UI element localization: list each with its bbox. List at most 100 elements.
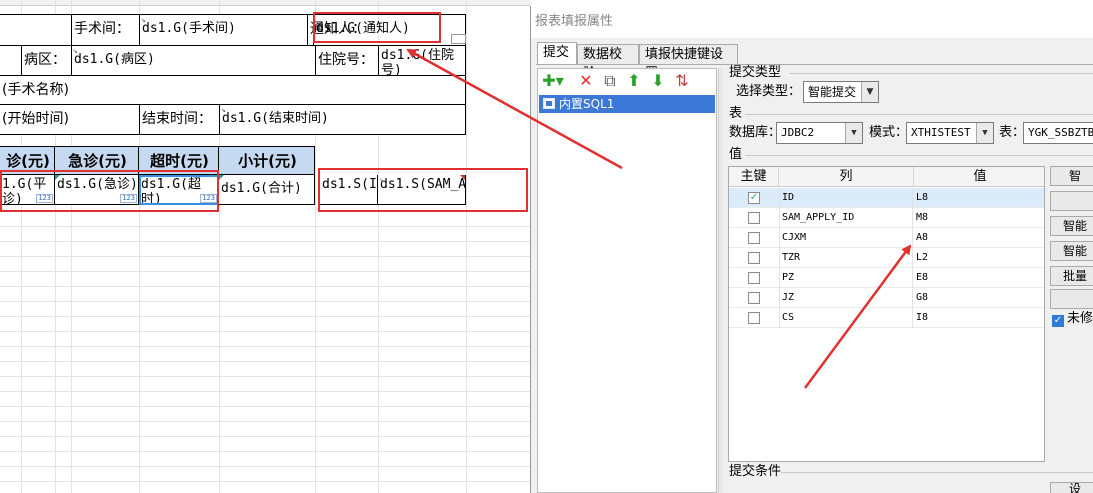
column-name-cell[interactable]: JZ: [779, 288, 913, 308]
header-column[interactable]: 列: [779, 167, 914, 187]
value-table-row[interactable]: TZR L2: [729, 248, 1044, 268]
value-table-row[interactable]: JZ G8: [729, 288, 1044, 308]
id-cell[interactable]: ds1.S(ID): [320, 175, 378, 205]
header-overtime-fee[interactable]: 超时(元): [139, 146, 219, 175]
table-name-input[interactable]: YGK_SSBZTB: [1023, 122, 1093, 144]
value-table-row[interactable]: CS I8: [729, 308, 1044, 328]
surgery-room-label[interactable]: 手术间：: [71, 14, 139, 46]
value-cell[interactable]: L2: [914, 248, 1044, 268]
database-select[interactable]: JDBC2 ▼: [776, 122, 863, 144]
cell-resize-handle[interactable]: [451, 34, 466, 44]
header-primary-key[interactable]: 主键: [729, 167, 779, 187]
submit-list-panel: ✚▾ ✕ ⧉ ⬆ ⬇ ⇅ 内置SQL1: [537, 68, 717, 493]
primary-key-checkbox[interactable]: [748, 272, 760, 284]
cell-flag-icon: [139, 175, 144, 180]
screenshot-stage: 手术间： ds1.G(手术间) ↘ 通知人： ds1.G(通知人) 病区： ds1…: [0, 0, 1093, 493]
sheet-cell-empty[interactable]: [0, 46, 21, 76]
move-up-icon[interactable]: ⬆: [624, 71, 644, 91]
start-time-value[interactable]: (开始时间): [0, 105, 139, 135]
emergency-fee-cell[interactable]: ds1.G(急诊) 123: [55, 175, 139, 205]
column-name-cell[interactable]: TZR: [779, 248, 913, 268]
value-table-header: 主键 列 值: [729, 167, 1044, 187]
add-icon[interactable]: ✚▾: [540, 71, 566, 91]
report-fill-properties-dialog: 报表填报属性 数据校验 填报快捷键设置 提交 ✚▾ ✕ ⧉ ⬆ ⬇ ⇅ 内置SQ…: [530, 6, 1093, 493]
unmodified-label: 未修: [1067, 311, 1093, 326]
side-button-batch[interactable]: 批量: [1050, 266, 1093, 286]
surgery-name-value[interactable]: (手术名称): [0, 76, 466, 105]
normal-fee-cell[interactable]: 1.G(平诊) 123: [0, 175, 55, 205]
tab-submit[interactable]: 提交: [537, 42, 577, 65]
header-emergency-fee[interactable]: 急诊(元): [55, 146, 139, 175]
primary-key-checkbox[interactable]: [748, 212, 760, 224]
value-table-row[interactable]: ✓ ID L8: [729, 188, 1044, 208]
schema-select[interactable]: XTHISTEST ▼: [906, 122, 994, 144]
primary-key-checkbox[interactable]: [748, 292, 760, 304]
primary-key-checkbox[interactable]: [748, 252, 760, 264]
apply-id-cell[interactable]: ↘ds1.S(SAM_APPLY_ID): [378, 175, 466, 205]
side-button-smart-3[interactable]: 智能: [1050, 241, 1093, 261]
value-cell[interactable]: I8: [914, 308, 1044, 328]
side-button-smart[interactable]: 智: [1050, 166, 1093, 186]
dialog-title[interactable]: 报表填报属性: [531, 6, 1093, 38]
sheet-cell-empty[interactable]: [0, 14, 71, 46]
cell-flag-icon: [55, 175, 60, 180]
end-time-value[interactable]: ds1.G(结束时间) ↘: [219, 105, 466, 135]
side-button-smart-2[interactable]: 智能: [1050, 216, 1093, 236]
tab-shortcut-settings[interactable]: 填报快捷键设置: [639, 44, 738, 81]
value-mapping-table: 主键 列 值 ✓ ID L8 SAM_APPLY_ID M8 CJXM A8 TZR L2 PZ E…: [728, 166, 1045, 462]
value-cell[interactable]: M8: [914, 208, 1044, 228]
expand-badge-icon: 123: [120, 194, 137, 203]
value-cell[interactable]: L8: [914, 188, 1044, 208]
value-cell[interactable]: G8: [914, 288, 1044, 308]
subtotal-cell[interactable]: ds1.G(合计): [219, 175, 315, 205]
value-table-row[interactable]: PZ E8: [729, 268, 1044, 288]
ward-label[interactable]: 病区：: [21, 46, 71, 76]
header-value[interactable]: 值: [914, 167, 1044, 187]
grid-row-line: [0, 301, 530, 302]
side-button-blank[interactable]: [1050, 191, 1093, 211]
value-cell[interactable]: A8: [914, 228, 1044, 248]
column-name-cell[interactable]: ID: [779, 188, 913, 208]
primary-key-checkbox[interactable]: ✓: [748, 192, 760, 204]
list-item-builtin-sql[interactable]: 内置SQL1: [539, 95, 715, 113]
grid-row-line: [0, 421, 530, 422]
header-subtotal[interactable]: 小计(元): [219, 146, 315, 175]
schema-label: 模式：: [869, 125, 909, 140]
primary-key-checkbox[interactable]: [748, 312, 760, 324]
column-name-cell[interactable]: PZ: [779, 268, 913, 288]
submit-type-select[interactable]: 智能提交 ▼: [803, 81, 879, 103]
panel-splitter[interactable]: [718, 68, 723, 493]
list-item-label: 内置SQL1: [559, 97, 615, 111]
tab-data-validation[interactable]: 数据校验: [577, 44, 639, 81]
bed-value[interactable]: ds1.G(住院号): [378, 46, 466, 76]
value-table-row[interactable]: SAM_APPLY_ID M8: [729, 208, 1044, 228]
end-time-label[interactable]: 结束时间：: [139, 105, 219, 135]
ward-value[interactable]: ds1.G(病区) ↘: [71, 46, 315, 76]
side-button-blank-2[interactable]: [1050, 289, 1093, 309]
grid-row-line: [0, 376, 530, 377]
grid-row-line: [0, 451, 530, 452]
delete-icon[interactable]: ✕: [576, 71, 596, 91]
primary-key-checkbox[interactable]: [748, 232, 760, 244]
value-cell[interactable]: E8: [914, 268, 1044, 288]
condition-setting-button[interactable]: 设: [1050, 482, 1093, 493]
column-name-cell[interactable]: SAM_APPLY_ID: [779, 208, 913, 228]
grid-row-line: [0, 361, 530, 362]
unmodified-checkbox[interactable]: ✓ 未修: [1052, 311, 1093, 327]
header-normal-fee[interactable]: 诊(元): [0, 146, 55, 175]
column-name-cell[interactable]: CS: [779, 308, 913, 328]
overtime-fee-cell[interactable]: ds1.G(超时) 123: [139, 175, 219, 205]
column-name-cell[interactable]: CJXM: [779, 228, 913, 248]
grid-row-line: [0, 256, 530, 257]
chevron-down-icon: ▼: [845, 123, 862, 143]
bed-label[interactable]: 住院号：: [315, 46, 378, 76]
sort-icon[interactable]: ⇅: [672, 71, 692, 91]
value-table-row[interactable]: CJXM A8: [729, 228, 1044, 248]
move-down-icon[interactable]: ⬇: [648, 71, 668, 91]
submit-type-group-title: 提交类型: [729, 65, 782, 80]
grid-row-line: [0, 406, 530, 407]
surgery-room-value-text: ds1.G(手术间): [142, 21, 236, 36]
notifier-value[interactable]: ds1.G(通知人): [313, 14, 466, 46]
copy-icon[interactable]: ⧉: [600, 71, 620, 91]
surgery-room-value[interactable]: ds1.G(手术间) ↘: [139, 14, 307, 46]
